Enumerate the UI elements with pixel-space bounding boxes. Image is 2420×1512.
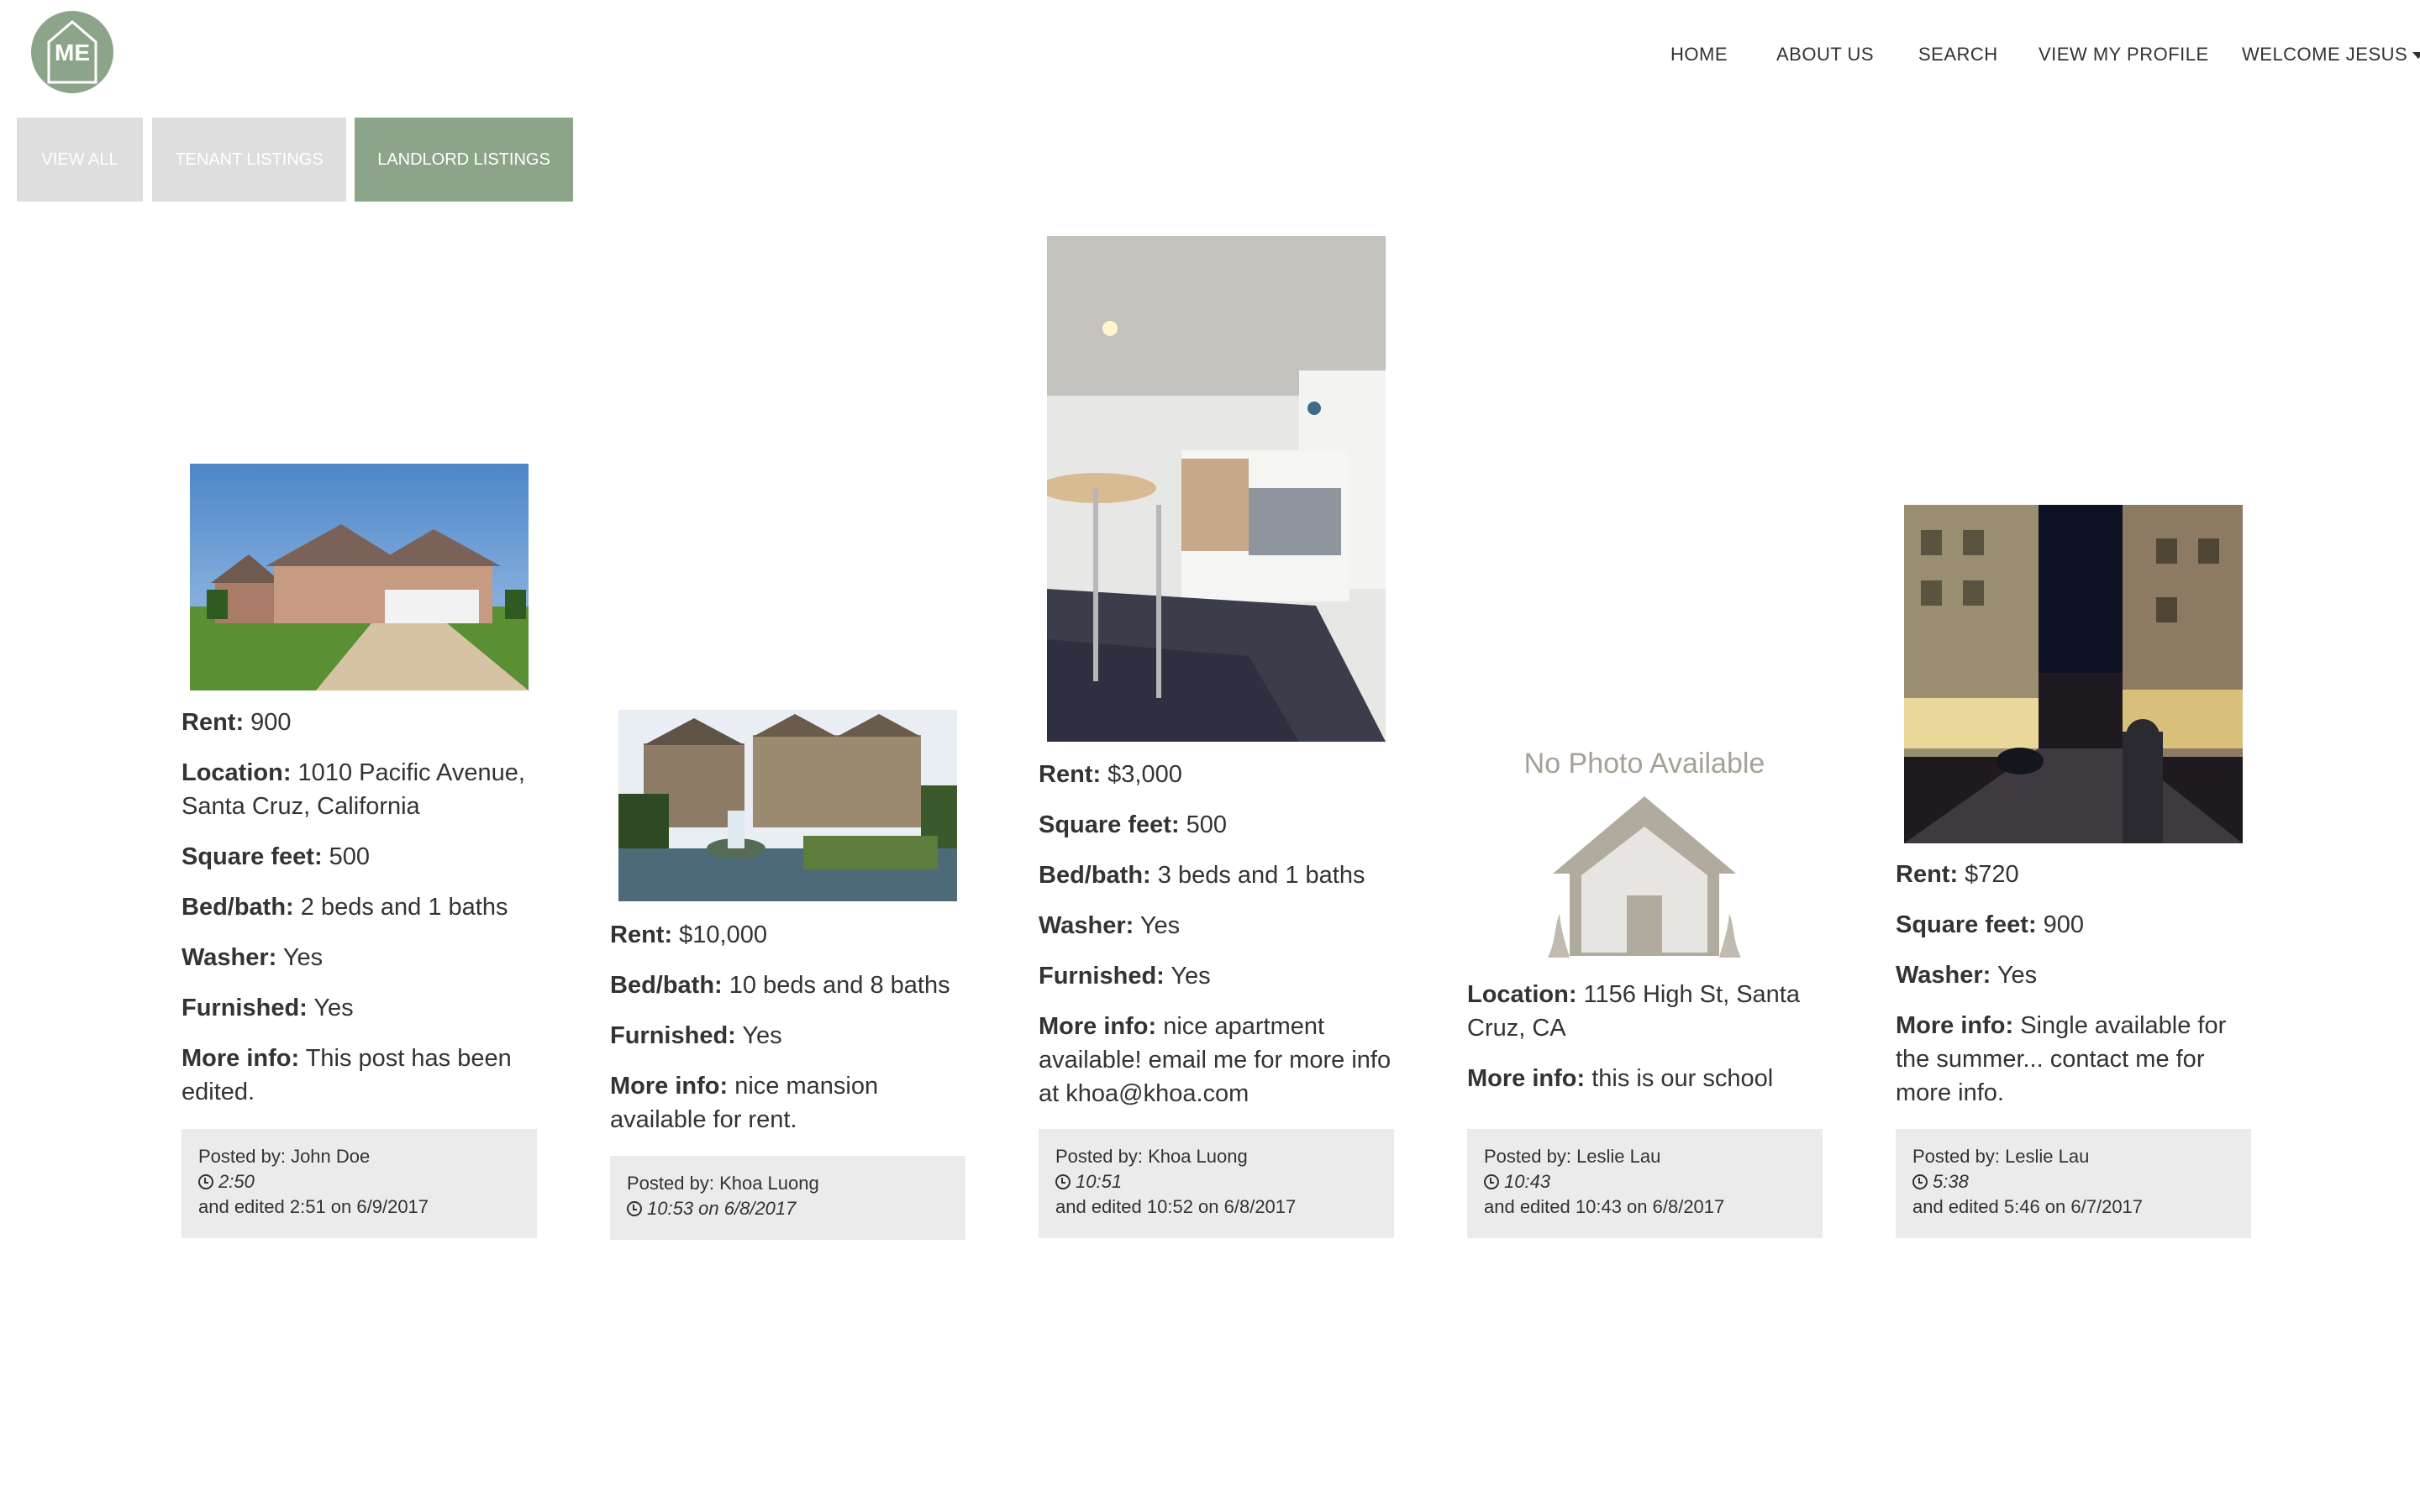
clock-icon: [1912, 1174, 1928, 1189]
listing-details: Rent: $720 Square feet: 900 Washer: Yes …: [1896, 858, 2257, 1126]
caret-down-icon: [2412, 52, 2420, 60]
listing-photo: [618, 710, 957, 901]
furnished-field: Furnished: Yes: [1039, 963, 1211, 990]
posted-by: Posted by: John Doe: [198, 1146, 371, 1167]
nav-home[interactable]: HOME: [1670, 44, 1728, 66]
clock-icon: [1484, 1174, 1499, 1189]
post-time: 10:43: [1504, 1171, 1551, 1192]
nav-view-my-profile[interactable]: VIEW MY PROFILE: [2039, 44, 2209, 66]
square-feet-field: Square feet: 500: [182, 843, 371, 870]
no-photo-placeholder: No Photo Available: [1476, 731, 1814, 962]
posted-by: Posted by: Khoa Luong: [1055, 1146, 1248, 1167]
nav-about-us[interactable]: ABOUT US: [1776, 44, 1874, 66]
more-info-field: More info: Single available for the summ…: [1896, 1012, 2227, 1106]
rent-field: Rent: $720: [1896, 861, 2019, 888]
posted-by: Posted by: Leslie Lau: [1484, 1146, 1661, 1167]
rent-field: Rent: $10,000: [610, 921, 767, 948]
rent-field: Rent: $3,000: [1039, 761, 1182, 788]
tab-view-all[interactable]: VIEW ALL: [17, 118, 143, 202]
listing-photo: [1904, 505, 2243, 843]
post-meta: Posted by: Khoa Luong 10:51 and edited 1…: [1039, 1129, 1394, 1238]
more-info-field: More info: nice apartment available! ema…: [1039, 1013, 1392, 1107]
edited-info: and edited 10:43 on 6/8/2017: [1484, 1196, 1725, 1217]
clock-icon: [198, 1174, 213, 1189]
listing-details: Location: 1156 High St, Santa Cruz, CA M…: [1467, 978, 1828, 1112]
post-time: 10:53 on 6/8/2017: [647, 1198, 797, 1219]
square-feet-field: Square feet: 900: [1896, 911, 2085, 938]
post-time: 2:50: [218, 1171, 255, 1192]
edited-info: and edited 5:46 on 6/7/2017: [1912, 1196, 2144, 1217]
posted-by: Posted by: Khoa Luong: [627, 1173, 819, 1194]
post-meta: Posted by: John Doe 2:50 and edited 2:51…: [182, 1129, 537, 1238]
tab-landlord-listings[interactable]: LANDLORD LISTINGS: [355, 118, 573, 202]
listing-details: Rent: 900 Location: 1010 Pacific Avenue,…: [182, 706, 543, 1126]
listing-photo: [1047, 236, 1386, 742]
nav-welcome-dropdown[interactable]: WELCOME JESUS: [2242, 44, 2420, 66]
edited-info: and edited 10:52 on 6/8/2017: [1055, 1196, 1297, 1217]
more-info-field: More info: This post has been edited.: [182, 1045, 512, 1105]
post-meta: Posted by: Leslie Lau 5:38 and edited 5:…: [1896, 1129, 2251, 1238]
location-field: Location: 1010 Pacific Avenue, Santa Cru…: [182, 759, 525, 820]
edited-info: and edited 2:51 on 6/9/2017: [198, 1196, 429, 1217]
more-info-field: More info: this is our school: [1467, 1065, 1774, 1092]
location-field: Location: 1156 High St, Santa Cruz, CA: [1467, 981, 1800, 1042]
listing-details: Rent: $10,000 Bed/bath: 10 beds and 8 ba…: [610, 918, 971, 1153]
post-time: 5:38: [1933, 1171, 1969, 1192]
posted-by: Posted by: Leslie Lau: [1912, 1146, 2090, 1167]
rent-field: Rent: 900: [182, 709, 292, 736]
nav-search[interactable]: SEARCH: [1918, 44, 1998, 66]
square-feet-field: Square feet: 500: [1039, 811, 1228, 838]
clock-icon: [1055, 1174, 1071, 1189]
bed-bath-field: Bed/bath: 2 beds and 1 baths: [182, 894, 508, 921]
washer-field: Washer: Yes: [182, 944, 324, 971]
more-info-field: More info: nice mansion available for re…: [610, 1073, 879, 1133]
main-nav: HOME ABOUT US SEARCH VIEW MY PROFILE WEL…: [0, 44, 2420, 71]
welcome-label: WELCOME JESUS: [2242, 44, 2408, 65]
no-photo-text: No Photo Available: [1524, 748, 1765, 780]
listing-photo: [190, 464, 529, 690]
bed-bath-field: Bed/bath: 3 beds and 1 baths: [1039, 862, 1365, 889]
listing-details: Rent: $3,000 Square feet: 500 Bed/bath: …: [1039, 758, 1400, 1127]
tab-tenant-listings[interactable]: TENANT LISTINGS: [152, 118, 346, 202]
washer-field: Washer: Yes: [1039, 912, 1181, 939]
post-time: 10:51: [1076, 1171, 1123, 1192]
clock-icon: [627, 1201, 642, 1216]
furnished-field: Furnished: Yes: [610, 1022, 782, 1049]
post-meta: Posted by: Leslie Lau 10:43 and edited 1…: [1467, 1129, 1823, 1238]
washer-field: Washer: Yes: [1896, 962, 2038, 989]
furnished-field: Furnished: Yes: [182, 995, 354, 1021]
post-meta: Posted by: Khoa Luong 10:53 on 6/8/2017: [610, 1156, 965, 1240]
bed-bath-field: Bed/bath: 10 beds and 8 baths: [610, 972, 950, 999]
